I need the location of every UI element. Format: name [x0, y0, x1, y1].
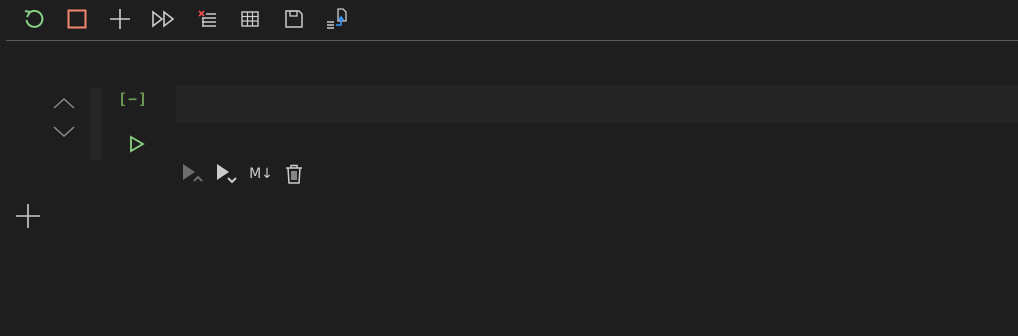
variables-button[interactable]: [237, 6, 263, 32]
run-below-icon: [217, 164, 237, 184]
run-above-button[interactable]: [178, 160, 208, 188]
run-all-button[interactable]: [151, 6, 177, 32]
chevron-up-icon: [53, 97, 75, 109]
cell-code-input[interactable]: [176, 86, 1018, 122]
export-icon: [327, 8, 347, 29]
stop-icon: [67, 9, 87, 29]
plus-icon: [16, 204, 40, 228]
run-cell-button[interactable]: [124, 131, 150, 157]
save-icon: [285, 10, 303, 28]
save-button[interactable]: [281, 6, 307, 32]
clear-outputs-button[interactable]: [194, 6, 220, 32]
plus-icon: [110, 9, 130, 29]
export-button[interactable]: [324, 6, 350, 32]
restart-icon: [24, 9, 44, 28]
move-cell-up-button[interactable]: [50, 93, 78, 113]
notebook-toolbar: [6, 0, 1018, 41]
run-below-button[interactable]: [212, 160, 242, 188]
interrupt-kernel-button[interactable]: [64, 6, 90, 32]
markdown-label: M↓: [249, 166, 273, 182]
table-icon: [241, 11, 259, 27]
cell-selection-bar: [90, 88, 102, 160]
change-to-markdown-button[interactable]: M↓: [246, 160, 276, 188]
restart-kernel-button[interactable]: [21, 6, 47, 32]
execution-count: [−]: [118, 90, 149, 108]
run-icon: [130, 135, 145, 153]
add-cell-toolbar-button[interactable]: [107, 6, 133, 32]
clear-outputs-icon: [198, 10, 216, 27]
add-cell-button[interactable]: [14, 202, 42, 230]
move-cell-down-button[interactable]: [50, 122, 78, 142]
delete-cell-button[interactable]: [280, 160, 308, 188]
trash-icon: [286, 164, 302, 184]
run-all-icon: [152, 10, 175, 28]
run-above-icon: [183, 164, 203, 182]
chevron-down-icon: [53, 126, 75, 138]
